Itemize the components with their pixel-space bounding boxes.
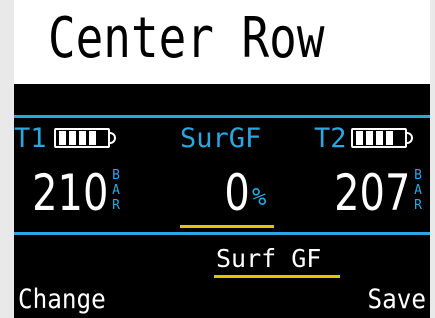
tank1-unit: BAR bbox=[112, 168, 120, 213]
change-button[interactable]: Change bbox=[18, 284, 106, 316]
tank2-unit: BAR bbox=[414, 168, 422, 213]
bottom-divider bbox=[14, 232, 430, 235]
surgf-value: 0 bbox=[224, 164, 250, 222]
tank2-battery-icon bbox=[351, 128, 413, 148]
tank2-pressure: 207 bbox=[333, 164, 410, 222]
dive-computer-screen: Center Row T1 210 BAR SurGF 0 % T2 207 B… bbox=[14, 0, 430, 318]
tank1-label: T1 bbox=[14, 123, 47, 154]
setting-label: Surf GF bbox=[216, 244, 322, 273]
tank1-pressure: 210 bbox=[31, 164, 108, 222]
surgf-highlight-underline bbox=[180, 225, 274, 228]
top-divider bbox=[14, 115, 430, 118]
surgf-label: SurGF bbox=[180, 123, 262, 154]
tank2-label: T2 bbox=[314, 123, 347, 154]
setting-underline bbox=[214, 275, 340, 278]
save-button[interactable]: Save bbox=[367, 284, 426, 316]
header-bar: Center Row bbox=[14, 0, 430, 84]
page-title: Center Row bbox=[48, 6, 325, 71]
tank1-battery-icon bbox=[54, 128, 116, 148]
surgf-unit: % bbox=[252, 183, 267, 211]
